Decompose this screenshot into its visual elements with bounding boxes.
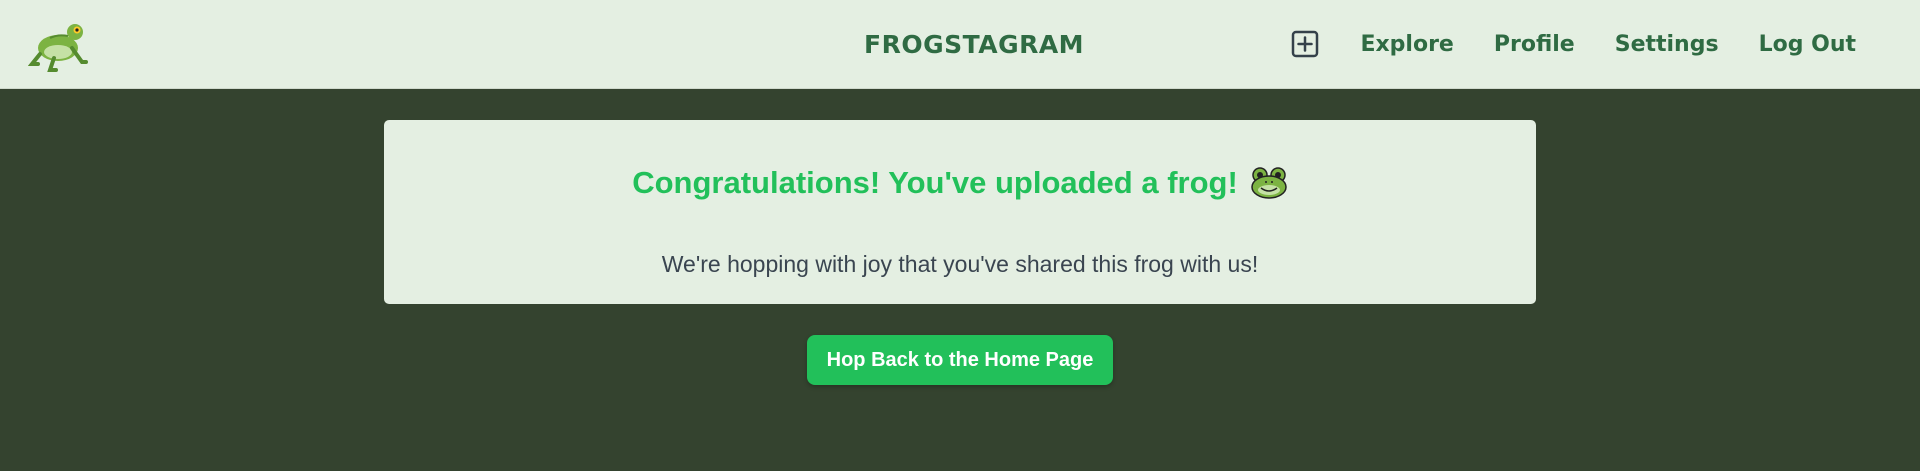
success-heading-text: Congratulations! You've uploaded a frog! (632, 165, 1238, 200)
nav-link-settings[interactable]: Settings (1615, 32, 1719, 57)
nav-link-explore[interactable]: Explore (1360, 32, 1453, 57)
top-navbar: FROGSTAGRAM Explore Profile Settings Log… (0, 0, 1920, 89)
nav-link-logout[interactable]: Log Out (1759, 32, 1856, 57)
brand-title[interactable]: FROGSTAGRAM (864, 30, 1084, 59)
success-heading: Congratulations! You've uploaded a frog! (384, 165, 1536, 201)
upload-success-card: Congratulations! You've uploaded a frog!… (384, 120, 1536, 304)
frog-face-icon (1251, 167, 1287, 199)
add-post-icon[interactable] (1290, 29, 1320, 59)
frog-logo-icon[interactable] (28, 18, 90, 72)
home-button[interactable]: Hop Back to the Home Page (807, 335, 1113, 385)
nav-link-profile[interactable]: Profile (1494, 32, 1575, 57)
success-message: We're hopping with joy that you've share… (661, 251, 1259, 277)
nav-menu: Explore Profile Settings Log Out (1290, 29, 1856, 59)
